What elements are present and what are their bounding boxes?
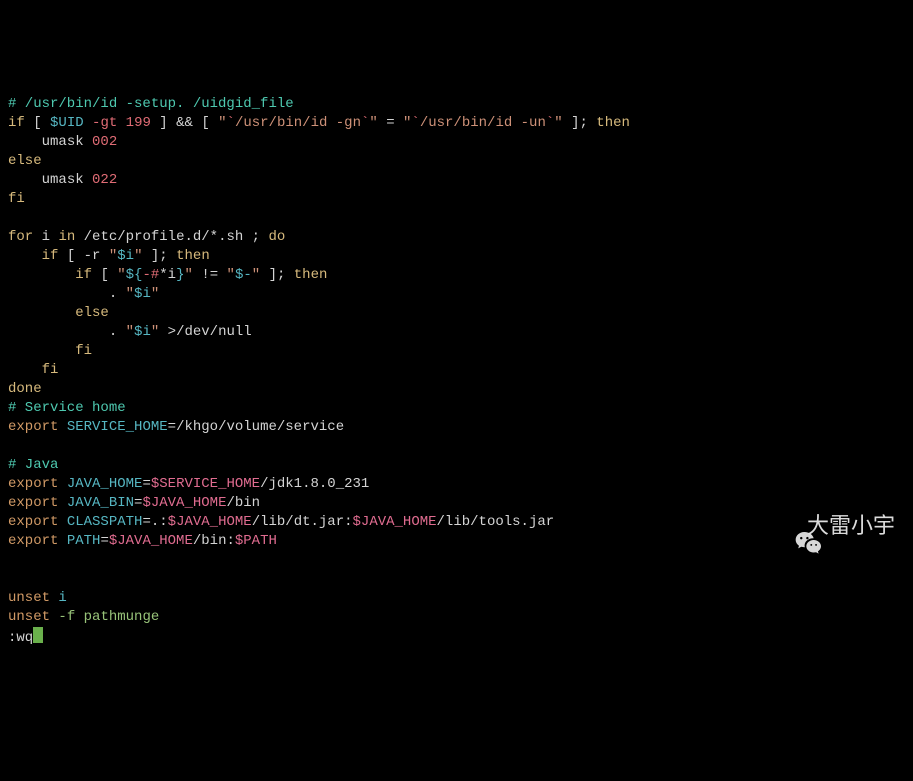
cmd-umask: umask bbox=[42, 134, 84, 150]
wechat-icon bbox=[769, 509, 801, 541]
var-uid: $UID bbox=[50, 115, 84, 131]
vim-command-line[interactable]: :wq bbox=[8, 630, 33, 646]
kw-done: done bbox=[8, 381, 42, 397]
comment-line: # /usr/bin/id -setup. /uidgid_file bbox=[8, 96, 294, 112]
kw-export: export bbox=[8, 419, 58, 435]
cmd-unset: unset bbox=[8, 590, 50, 606]
kw-for: for bbox=[8, 229, 33, 245]
comment-java: # Java bbox=[8, 457, 58, 473]
watermark: 大雷小宇 bbox=[769, 509, 895, 541]
comment-service: # Service home bbox=[8, 400, 126, 416]
kw-else: else bbox=[8, 153, 42, 169]
cursor bbox=[33, 627, 43, 643]
kw-if: if bbox=[8, 115, 25, 131]
kw-fi: fi bbox=[8, 191, 25, 207]
